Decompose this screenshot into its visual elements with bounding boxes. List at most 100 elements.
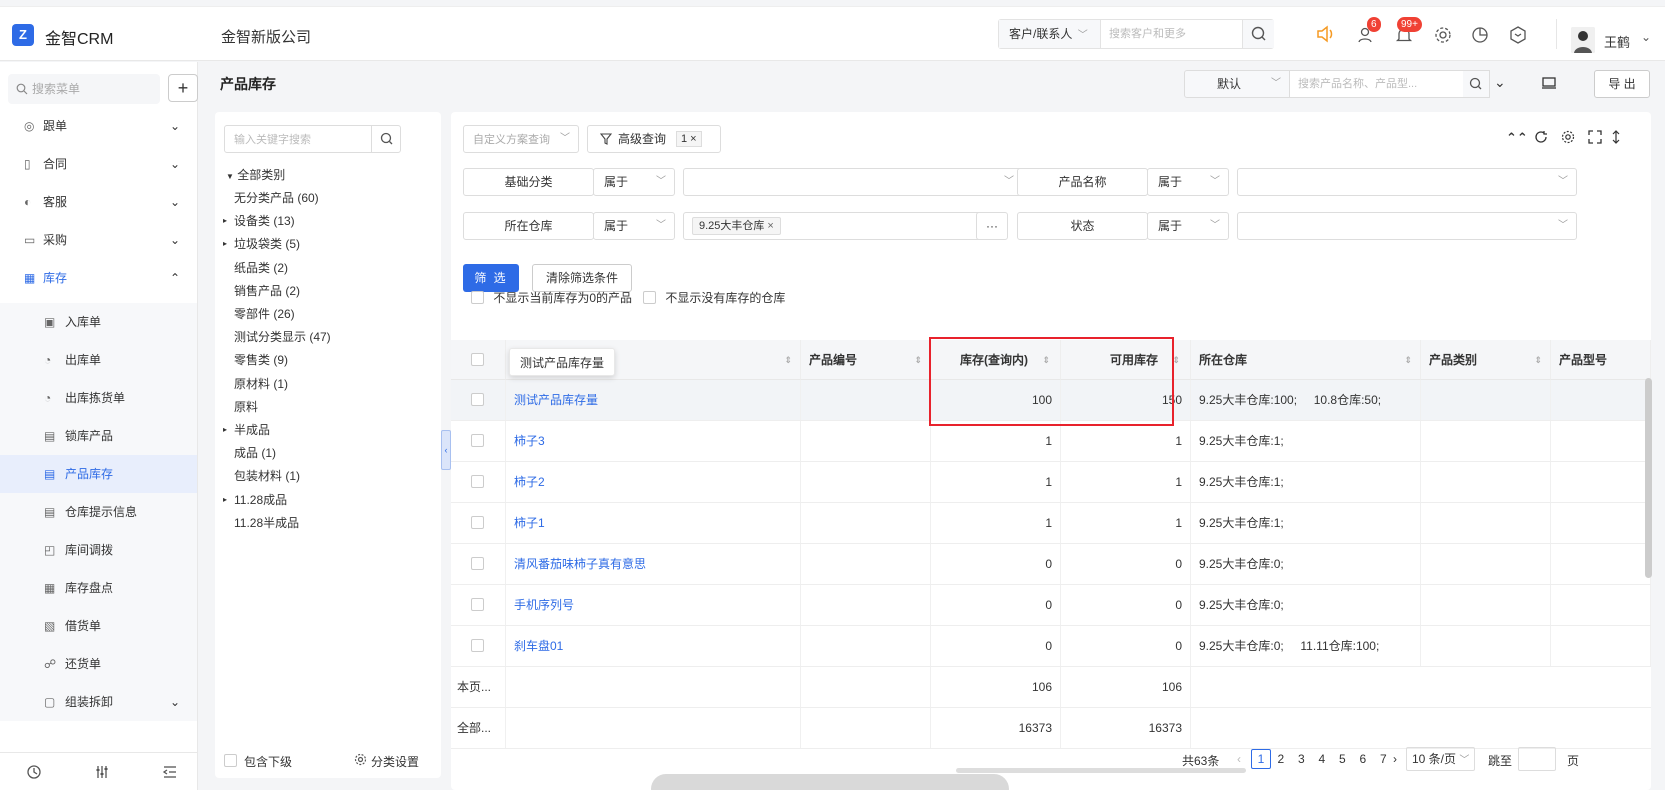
product-search-button[interactable] [1463, 70, 1490, 98]
filter-operator-select[interactable]: 属于 ﹀ [1147, 212, 1229, 240]
menu-item[interactable]: ▯ 合同 ⌄ [0, 145, 197, 183]
tree-root[interactable]: ▼ 全部类别 [226, 167, 285, 185]
filter-operator-select[interactable]: 属于 ﹀ [593, 168, 675, 196]
page-number[interactable]: 6 [1360, 752, 1367, 766]
row-checkbox[interactable] [471, 516, 484, 529]
value-tag[interactable]: 9.25大丰仓库 × [692, 217, 781, 235]
next-page-button[interactable]: › [1393, 752, 1397, 766]
chevron-down-icon[interactable]: ⌄ [1641, 30, 1651, 44]
prev-page-button[interactable]: ‹ [1237, 752, 1241, 766]
vertical-scrollbar[interactable] [1645, 378, 1652, 578]
sort-icon[interactable]: ⇕ [1404, 340, 1412, 380]
tree-node[interactable]: ▸ 半成品 [223, 422, 270, 438]
row-checkbox[interactable] [471, 434, 484, 447]
global-search-input[interactable] [1109, 25, 1234, 43]
column-header[interactable]: 产品类别 ⇕ [1421, 340, 1551, 380]
user-name[interactable]: 王鹤 [1604, 32, 1630, 51]
filter-value-select[interactable]: ﹀ [683, 168, 1023, 196]
page-number[interactable]: 1 [1251, 749, 1271, 769]
table-row[interactable]: 柿子2 1 1 9.25大丰仓库:1; [451, 462, 1651, 503]
tree-node[interactable]: ▸ 设备类 (13) [223, 213, 295, 229]
tree-node[interactable]: 测试分类显示 (47) [234, 329, 331, 345]
option-hide-empty-checkbox[interactable] [643, 291, 656, 304]
sub-menu-item[interactable]: ◰ 库间调拨 [0, 531, 197, 569]
more-button[interactable]: ··· [976, 212, 1008, 240]
hexagon-icon[interactable] [1508, 25, 1528, 45]
table-row[interactable]: 刹车盘01 0 0 9.25大丰仓库:0; 11.11仓库:100; [451, 626, 1651, 667]
product-search-input[interactable] [1298, 76, 1448, 92]
fullscreen-icon[interactable] [1588, 130, 1602, 144]
jump-input[interactable] [1518, 747, 1556, 771]
scheme-select[interactable]: 自定义方案查询 ﹀ [463, 125, 579, 153]
tree-node[interactable]: 销售产品 (2) [234, 283, 300, 299]
sub-menu-item[interactable]: ▦ 库存盘点 [0, 569, 197, 607]
row-checkbox[interactable] [471, 475, 484, 488]
tree-node[interactable]: 原材料 (1) [234, 376, 288, 392]
menu-item[interactable]: ◐ 客服 ⌄ [0, 183, 197, 221]
sub-menu-item[interactable]: ▤ 产品库存 [0, 455, 197, 493]
product-name-link[interactable]: 柿子1 [506, 503, 801, 543]
row-checkbox[interactable] [471, 639, 484, 652]
row-checkbox[interactable] [471, 557, 484, 570]
row-checkbox[interactable] [471, 393, 484, 406]
floating-toolbar[interactable] [651, 774, 1009, 790]
settings-icon[interactable] [1561, 130, 1575, 144]
tree-node[interactable]: 原料 [234, 399, 258, 415]
product-name-link[interactable]: 手机序列号 [506, 585, 801, 625]
product-name-link[interactable]: 测试产品库存量 [506, 380, 801, 420]
speaker-icon[interactable] [1315, 24, 1337, 44]
row-checkbox[interactable] [471, 598, 484, 611]
menu-item[interactable]: ▭ 采购 ⌄ [0, 221, 197, 259]
page-number[interactable]: 2 [1278, 752, 1285, 766]
tree-node[interactable]: 无分类产品 (60) [234, 190, 319, 206]
filter-value-select[interactable]: ﹀ [1237, 168, 1577, 196]
table-row[interactable]: 柿子1 1 1 9.25大丰仓库:1; [451, 503, 1651, 544]
chart-pie-icon[interactable] [1470, 25, 1490, 45]
page-number[interactable]: 5 [1339, 752, 1346, 766]
tree-node[interactable]: 成品 (1) [234, 445, 276, 461]
column-header[interactable] [451, 340, 506, 380]
sub-menu-item[interactable]: ☍ 还货单 [0, 645, 197, 683]
filter-operator-select[interactable]: 属于 ﹀ [593, 212, 675, 240]
advanced-query-button[interactable]: 高级查询 1 × [587, 125, 721, 153]
table-row[interactable]: 柿子3 1 1 9.25大丰仓库:1; [451, 421, 1651, 462]
column-header[interactable]: 产品编号 ⇕ [801, 340, 931, 380]
option-hide-zero[interactable]: 不显示当前库存为0的产品 [471, 289, 632, 306]
category-search-input[interactable] [234, 132, 364, 148]
product-name-link[interactable]: 柿子2 [506, 462, 801, 502]
tree-node[interactable]: ▸ 垃圾袋类 (5) [223, 236, 300, 252]
page-size-select[interactable]: 10 条/页 ﹀ [1406, 747, 1476, 771]
select-all-checkbox[interactable] [471, 353, 484, 366]
filter-operator-select[interactable]: 属于 ﹀ [1147, 168, 1229, 196]
sub-menu-item[interactable]: ▧ 借货单 [0, 607, 197, 645]
caret-right-icon[interactable]: ▸ [223, 236, 227, 252]
sub-menu-item[interactable]: ▢ 组装拆卸 ⌄ [0, 683, 197, 721]
product-name-link[interactable]: 刹车盘01 [506, 626, 801, 666]
caret-right-icon[interactable]: ▸ [223, 492, 227, 508]
tree-node[interactable]: ▸ 11.28成品 [223, 492, 287, 508]
sort-icon[interactable]: ⇕ [784, 340, 792, 380]
panel-collapse-handle[interactable]: ‹ [441, 430, 451, 470]
search-button[interactable] [1242, 20, 1274, 48]
menu-item[interactable]: ▦ 库存 ⌃ [0, 259, 197, 297]
sub-menu-item[interactable]: ◔ 出库单 [0, 341, 197, 379]
product-name-link[interactable]: 柿子3 [506, 421, 801, 461]
refresh-icon[interactable] [1534, 130, 1548, 144]
category-search-button[interactable] [371, 125, 401, 153]
tree-node[interactable]: 11.28半成品 [234, 515, 299, 531]
table-row[interactable]: 清风番茄味柿子真有意思 0 0 9.25大丰仓库:0; [451, 544, 1651, 585]
option-hide-empty-warehouse[interactable]: 不显示没有库存的仓库 [643, 289, 785, 306]
chevron-down-icon[interactable]: ⌄ [1494, 74, 1506, 91]
collapse-menu-icon[interactable] [162, 764, 178, 780]
sort-icon[interactable]: ⇕ [914, 340, 922, 380]
monitor-icon[interactable] [1541, 76, 1557, 90]
filter-value-select[interactable]: 9.25大丰仓库 × [683, 212, 988, 240]
category-settings-button[interactable]: 分类设置 [371, 753, 419, 770]
page-number[interactable]: 3 [1298, 752, 1305, 766]
page-number[interactable]: 4 [1319, 752, 1326, 766]
export-button[interactable]: 导 出 [1594, 70, 1650, 98]
filter-value-select[interactable]: ﹀ [1237, 212, 1577, 240]
menu-search-input[interactable] [32, 81, 152, 97]
column-height-icon[interactable] [1611, 130, 1621, 144]
option-hide-zero-checkbox[interactable] [471, 291, 484, 304]
